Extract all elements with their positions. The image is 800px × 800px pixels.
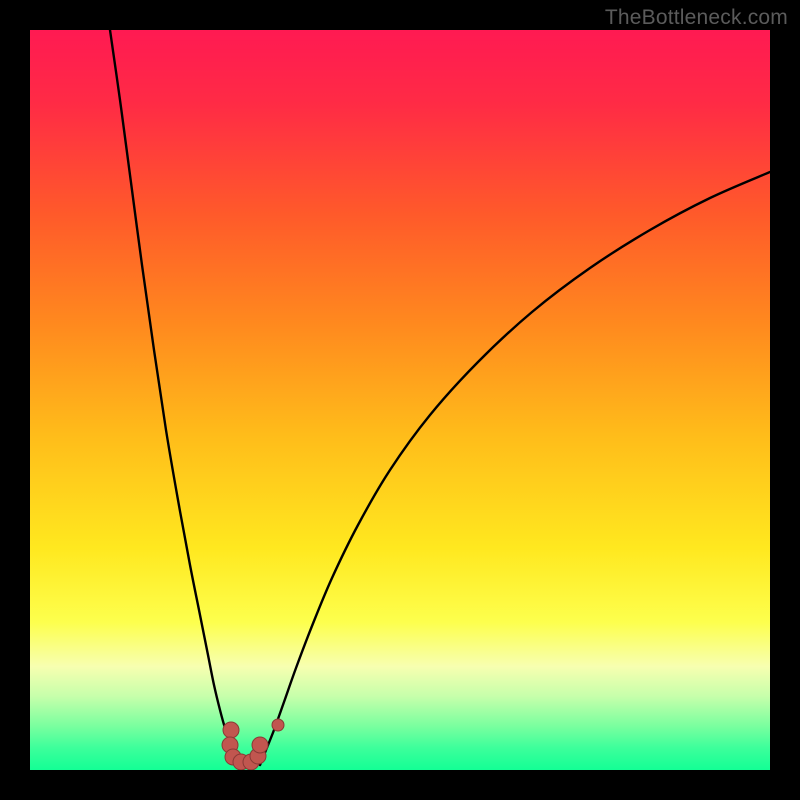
watermark-text: TheBottleneck.com <box>605 6 788 30</box>
plot-area <box>30 30 770 770</box>
background-gradient <box>30 30 770 770</box>
chart-frame: TheBottleneck.com <box>0 0 800 800</box>
